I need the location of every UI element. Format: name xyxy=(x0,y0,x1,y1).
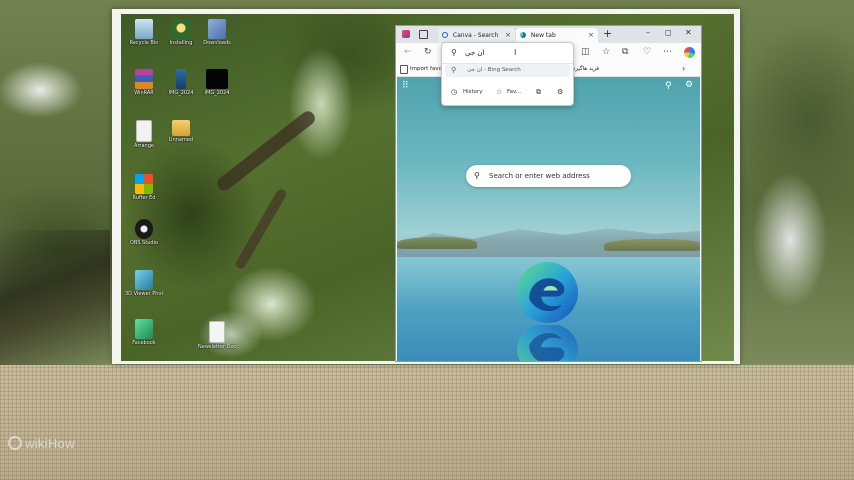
obs-icon xyxy=(135,219,153,239)
tab-canva-search[interactable]: Canva - Search × xyxy=(438,28,515,43)
watermark-logo-icon xyxy=(8,436,22,450)
desktop-icon-label: IMG_2024 xyxy=(168,90,194,96)
desktop-icon-label: Ruffer Ed xyxy=(132,195,156,201)
desktop-icon-ruffer[interactable]: Ruffer Ed xyxy=(125,174,163,201)
newtab-search-placeholder: Search or enter web address xyxy=(489,172,590,180)
desktop-icon-newsletter[interactable]: Newsletter Document xyxy=(198,321,236,350)
search-suggestion[interactable]: ⚲ ان جی - Bing Search xyxy=(445,64,570,77)
maximize-button[interactable]: ◻ xyxy=(665,28,672,37)
copilot-icon[interactable] xyxy=(684,47,695,58)
address-bar-dropdown: ⚲ ان جی I ⚲ ان جی - Bing Search ◷ Histor… xyxy=(441,42,574,106)
newtab-search-box[interactable]: ⚲ Search or enter web address xyxy=(466,165,631,187)
refresh-button[interactable]: ↻ xyxy=(424,46,432,58)
browser-essentials-icon[interactable]: ♡ xyxy=(643,46,651,58)
tab-label: Canva - Search xyxy=(452,32,499,39)
folder-image-icon xyxy=(208,19,226,39)
app-launcher-icon[interactable]: ⠿ xyxy=(402,81,409,91)
desktop-icon-recycle-bin[interactable]: Recycle Bin xyxy=(125,19,163,46)
history-button[interactable]: History xyxy=(463,84,483,100)
background-tree-trunk xyxy=(0,230,110,365)
history-icon: ◷ xyxy=(451,88,458,96)
desktop-icon-label: 3D Viewer Photo Viewer xyxy=(125,291,163,297)
profile-icon[interactable] xyxy=(402,30,410,38)
favorites-overflow-chevron-icon[interactable]: › xyxy=(682,62,685,76)
desktop-icon-unnamed-folder[interactable]: Unnamed xyxy=(162,120,200,143)
close-window-button[interactable]: ✕ xyxy=(685,28,692,37)
favorites-star-icon[interactable]: ☆ xyxy=(602,46,610,58)
wallpaper-island xyxy=(604,239,700,251)
desktop-icon-img-black[interactable]: IMG_2024 xyxy=(198,69,236,96)
tab-label: New tab xyxy=(530,32,556,39)
wallpaper-island xyxy=(397,237,477,249)
search-icon: ⚲ xyxy=(451,48,457,57)
more-options-icon[interactable]: ⋯ xyxy=(663,46,672,58)
desktop-icon-installing[interactable]: Installing xyxy=(162,19,200,46)
recycle-bin-icon xyxy=(135,19,153,39)
desktop-icon-label: Recycle Bin xyxy=(129,40,159,46)
black-image-icon xyxy=(206,69,228,89)
edge-logo-icon xyxy=(517,262,578,323)
desktop-icon-label: Facebook xyxy=(132,340,156,346)
customize-page-icon[interactable]: ⚲ xyxy=(665,81,672,91)
search-icon: ⚲ xyxy=(474,171,480,180)
desktop-icon-3d-viewer[interactable]: 3D Viewer Photo Viewer xyxy=(125,270,163,297)
phone-image-icon xyxy=(176,69,186,89)
tab-bar: Canva - Search × New tab × + – ◻ ✕ xyxy=(396,26,701,43)
desktop-icon-facebook[interactable]: Facebook xyxy=(125,319,163,346)
desktop-icon-obs-studio[interactable]: OBS Studio xyxy=(125,219,163,246)
document-icon xyxy=(136,120,152,142)
windows-app-icon xyxy=(135,174,153,194)
back-button[interactable]: ← xyxy=(404,46,412,58)
close-tab-icon[interactable]: × xyxy=(588,28,594,43)
desktop-icon-label: Downloads xyxy=(203,40,231,46)
flower-app-icon xyxy=(172,19,190,39)
close-tab-icon[interactable]: × xyxy=(505,28,511,43)
import-favorites-icon xyxy=(400,65,408,74)
edge-logo-reflection xyxy=(517,325,578,361)
watermark-text: wikiHow xyxy=(25,436,75,451)
watermark: wikiHow xyxy=(8,436,75,451)
dropdown-actions: ◷ History ☆ Fav... ⧉ ⚙ xyxy=(442,84,573,100)
desktop-icon-label: OBS Studio xyxy=(130,240,158,246)
favorites-item[interactable]: فرید هاگیری xyxy=(571,62,599,76)
desktop-icon-img-phone[interactable]: IMG_2024 xyxy=(162,69,200,96)
tab-new-tab[interactable]: New tab × xyxy=(516,28,598,43)
favorites-star-icon: ☆ xyxy=(496,88,503,96)
desktop-icon-arrange[interactable]: Arrange xyxy=(125,120,163,149)
desktop-icon-label: IMG_2024 xyxy=(204,90,230,96)
import-favorites-link[interactable]: Import favo xyxy=(410,62,442,76)
new-tab-page: ⠿ ⚲ ⚙ ⚲ Search or enter web address xyxy=(397,77,700,361)
page-settings-gear-icon[interactable]: ⚙ xyxy=(685,80,693,90)
tabs-icon[interactable]: ⧉ xyxy=(536,84,541,100)
wallpaper-branch xyxy=(234,187,288,271)
text-cursor-icon: I xyxy=(514,48,517,57)
desktop-icon-label: Arrange xyxy=(134,143,154,149)
burlap-texture xyxy=(0,365,854,480)
search-icon xyxy=(442,32,448,38)
edge-tab-icon xyxy=(520,32,526,38)
desktop-icon-label: Unnamed xyxy=(168,137,194,143)
favorites-button[interactable]: Fav... xyxy=(507,84,521,100)
suggestion-text: ان جی - Bing Search xyxy=(467,67,521,73)
desktop-icon-label: WinRAR xyxy=(134,90,154,96)
new-tab-button[interactable]: + xyxy=(603,27,612,40)
winrar-icon xyxy=(135,69,153,89)
facebook-icon xyxy=(135,319,153,339)
address-input-value: ان جی xyxy=(465,49,485,57)
desktop-icon-label: Newsletter Document xyxy=(198,344,236,350)
settings-gear-icon[interactable]: ⚙ xyxy=(557,84,563,100)
3d-viewer-icon xyxy=(135,270,153,290)
tab-actions-icon[interactable] xyxy=(419,30,428,39)
split-screen-icon[interactable]: ◫ xyxy=(581,46,590,58)
document-icon xyxy=(209,321,225,343)
search-icon: ⚲ xyxy=(451,66,457,74)
desktop-icon-winrar[interactable]: WinRAR xyxy=(125,69,163,96)
wallpaper-branch xyxy=(214,108,318,194)
desktop-icon-downloads[interactable]: Downloads xyxy=(198,19,236,46)
address-input[interactable]: ⚲ ان جی I xyxy=(442,43,573,64)
folder-icon xyxy=(172,120,190,136)
minimize-button[interactable]: – xyxy=(646,28,650,37)
collections-icon[interactable]: ⧉ xyxy=(622,46,628,58)
desktop-icon-label: Installing xyxy=(169,40,193,46)
